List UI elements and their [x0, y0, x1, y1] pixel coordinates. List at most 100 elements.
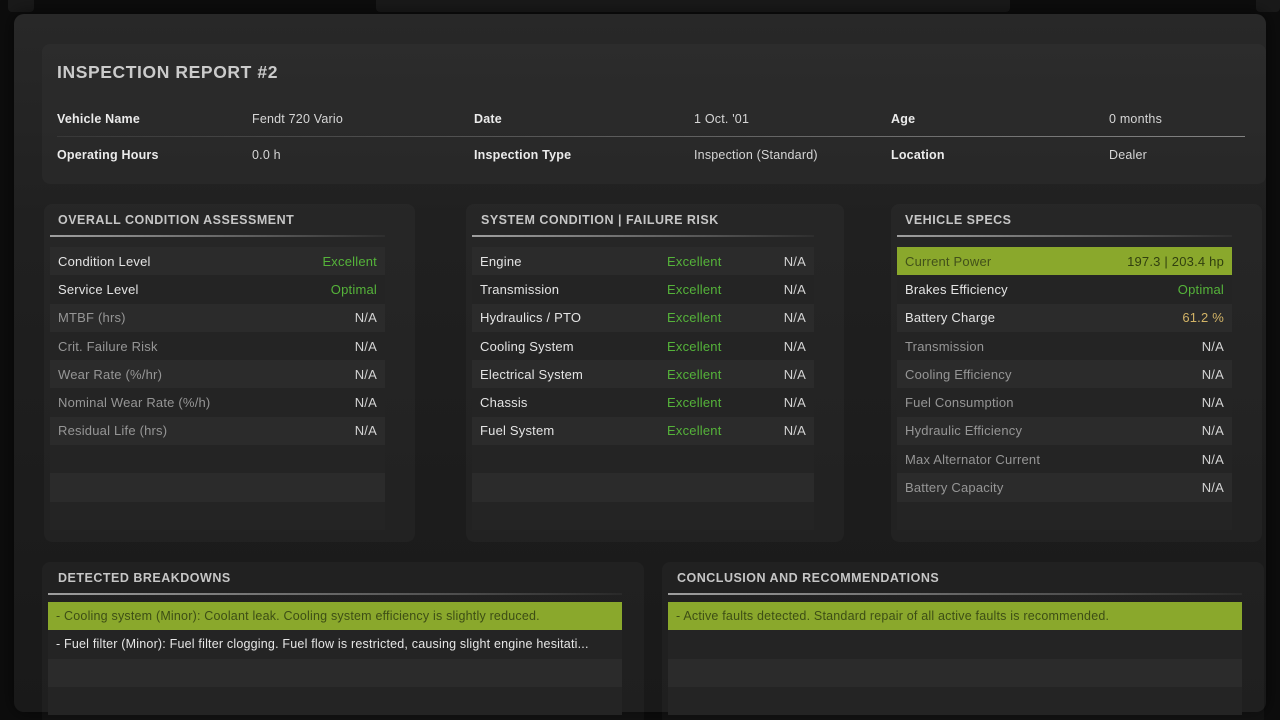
list-item-text: - Cooling system (Minor): Coolant leak. … — [56, 609, 540, 623]
empty-row[interactable] — [897, 502, 1232, 530]
row-label: Fuel System — [480, 423, 667, 438]
row-label: Hydraulic Efficiency — [905, 423, 1022, 438]
row-risk-value: N/A — [784, 254, 806, 269]
info-value-date: 1 Oct. '01 — [694, 112, 749, 126]
table-row[interactable]: Nominal Wear Rate (%/h)N/A — [50, 388, 385, 416]
table-row[interactable]: Cooling SystemExcellentN/A — [472, 332, 814, 360]
empty-row[interactable] — [668, 687, 1242, 715]
system-condition-list: EngineExcellentN/ATransmissionExcellentN… — [472, 247, 814, 530]
table-row[interactable]: Current Power 197.3 | 203.4 hp — [897, 247, 1232, 275]
row-value: 197.3 | 203.4 hp — [1127, 254, 1224, 269]
empty-row[interactable] — [472, 502, 814, 530]
panel-detected-breakdowns: DETECTED BREAKDOWNS - Cooling system (Mi… — [42, 562, 644, 720]
info-value-operating-hours: 0.0 h — [252, 148, 281, 162]
empty-row[interactable] — [50, 445, 385, 473]
panel-title-overall: OVERALL CONDITION ASSESSMENT — [58, 213, 294, 227]
panel-underline — [48, 593, 622, 595]
empty-row[interactable] — [668, 630, 1242, 658]
panel-underline — [50, 235, 385, 237]
row-label: Cooling System — [480, 339, 667, 354]
empty-row[interactable] — [50, 502, 385, 530]
table-row[interactable]: EngineExcellentN/A — [472, 247, 814, 275]
list-item-text: - Fuel filter (Minor): Fuel filter clogg… — [56, 637, 589, 651]
table-row[interactable]: Crit. Failure RiskN/A — [50, 332, 385, 360]
row-value: N/A — [1202, 480, 1224, 495]
table-row[interactable]: Fuel Consumption N/A — [897, 388, 1232, 416]
screen: INSPECTION REPORT #2 Vehicle Name Fendt … — [0, 0, 1280, 720]
row-label: Fuel Consumption — [905, 395, 1014, 410]
page-title: INSPECTION REPORT #2 — [57, 62, 278, 83]
row-label: Condition Level — [58, 254, 151, 269]
list-item[interactable]: - Active faults detected. Standard repai… — [668, 602, 1242, 630]
table-row[interactable]: Residual Life (hrs) N/A — [50, 417, 385, 445]
panel-overall-condition: OVERALL CONDITION ASSESSMENT Condition L… — [44, 204, 415, 542]
table-row[interactable]: Battery Capacity N/A — [897, 473, 1232, 501]
panel-conclusion: CONCLUSION AND RECOMMENDATIONS - Active … — [662, 562, 1264, 720]
panel-title-conclusion: CONCLUSION AND RECOMMENDATIONS — [677, 571, 939, 585]
row-risk-value: N/A — [784, 367, 806, 382]
row-label: Residual Life (hrs) — [58, 423, 167, 438]
table-row[interactable]: Max Alternator CurrentN/A — [897, 445, 1232, 473]
table-row[interactable]: TransmissionExcellentN/A — [472, 275, 814, 303]
table-row[interactable]: TransmissionN/A — [897, 332, 1232, 360]
row-label: Transmission — [480, 282, 667, 297]
info-divider — [57, 136, 1245, 137]
row-label: Service Level — [58, 282, 139, 297]
row-state-value: Excellent — [667, 254, 784, 269]
table-row[interactable]: MTBF (hrs)N/A — [50, 304, 385, 332]
empty-row[interactable] — [48, 659, 622, 687]
row-value: N/A — [1202, 395, 1224, 410]
info-value-age: 0 months — [1109, 112, 1162, 126]
row-value: N/A — [355, 423, 377, 438]
table-row[interactable]: Fuel SystemExcellentN/A — [472, 417, 814, 445]
vehicle-specs-list: Current Power 197.3 | 203.4 hp Brakes Effi… — [897, 247, 1232, 530]
row-label: Current Power — [905, 254, 991, 269]
panel-underline — [897, 235, 1232, 237]
info-label-vehicle-name: Vehicle Name — [57, 112, 140, 126]
empty-row[interactable] — [472, 473, 814, 501]
info-value-location: Dealer — [1109, 148, 1147, 162]
list-item[interactable]: - Fuel filter (Minor): Fuel filter clogg… — [48, 630, 622, 658]
info-label-age: Age — [891, 112, 915, 126]
table-row[interactable]: Hydraulic EfficiencyN/A — [897, 417, 1232, 445]
empty-row[interactable] — [48, 687, 622, 715]
row-state-value: Excellent — [667, 395, 784, 410]
table-row[interactable]: Wear Rate (%/hr)N/A — [50, 360, 385, 388]
row-value: Excellent — [322, 254, 377, 269]
row-state-value: Excellent — [667, 282, 784, 297]
table-row[interactable]: Service Level Optimal — [50, 275, 385, 303]
row-label: Wear Rate (%/hr) — [58, 367, 162, 382]
panel-underline — [668, 593, 1242, 595]
row-label: Hydraulics / PTO — [480, 310, 667, 325]
info-value-inspection-type: Inspection (Standard) — [694, 148, 818, 162]
empty-row[interactable] — [668, 659, 1242, 687]
empty-row[interactable] — [50, 473, 385, 501]
row-value: N/A — [355, 395, 377, 410]
row-state-value: Excellent — [667, 339, 784, 354]
info-label-operating-hours: Operating Hours — [57, 148, 159, 162]
table-row[interactable]: Hydraulics / PTOExcellentN/A — [472, 304, 814, 332]
conclusion-list: - Active faults detected. Standard repai… — [668, 602, 1242, 715]
row-label: Battery Capacity — [905, 480, 1004, 495]
list-item[interactable]: - Cooling system (Minor): Coolant leak. … — [48, 602, 622, 630]
table-row[interactable]: Brakes EfficiencyOptimal — [897, 275, 1232, 303]
row-value: N/A — [355, 339, 377, 354]
row-value: Optimal — [1178, 282, 1224, 297]
table-row[interactable]: Condition Level Excellent — [50, 247, 385, 275]
row-risk-value: N/A — [784, 310, 806, 325]
inspection-report-dialog: INSPECTION REPORT #2 Vehicle Name Fendt … — [14, 14, 1266, 712]
panel-title-breakdowns: DETECTED BREAKDOWNS — [58, 571, 231, 585]
detected-breakdowns-list: - Cooling system (Minor): Coolant leak. … — [48, 602, 622, 715]
table-row[interactable]: ChassisExcellentN/A — [472, 388, 814, 416]
row-risk-value: N/A — [784, 395, 806, 410]
row-value: Optimal — [331, 282, 377, 297]
table-row[interactable]: Electrical SystemExcellentN/A — [472, 360, 814, 388]
row-value: N/A — [355, 310, 377, 325]
panel-underline — [472, 235, 814, 237]
row-label: Transmission — [905, 339, 984, 354]
empty-row[interactable] — [472, 445, 814, 473]
row-state-value: Excellent — [667, 423, 784, 438]
table-row[interactable]: Battery Charge61.2 % — [897, 304, 1232, 332]
row-label: Electrical System — [480, 367, 667, 382]
table-row[interactable]: Cooling EfficiencyN/A — [897, 360, 1232, 388]
